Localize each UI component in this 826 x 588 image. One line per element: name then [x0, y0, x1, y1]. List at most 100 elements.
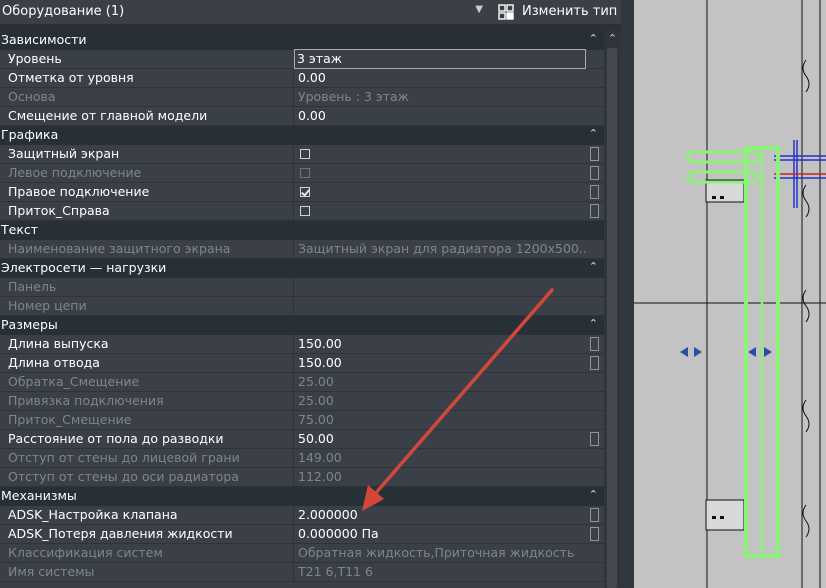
annotation-arrow	[362, 288, 554, 511]
column-divider	[293, 468, 294, 487]
associate-parameter-button[interactable]	[590, 356, 599, 370]
associate-parameter-button[interactable]	[590, 432, 599, 446]
property-name: Защитный экран	[8, 146, 120, 161]
property-name: Уровень	[8, 51, 62, 66]
property-name: Отметка от уровня	[8, 70, 134, 85]
associate-parameter-button[interactable]	[590, 166, 599, 180]
column-divider	[293, 354, 294, 373]
column-divider	[293, 525, 294, 544]
property-row-screen[interactable]: Защитный экран	[0, 145, 604, 164]
screen-checkbox[interactable]	[300, 149, 310, 159]
column-divider	[293, 430, 294, 449]
column-divider	[293, 202, 294, 221]
flip-control-icon	[680, 347, 688, 357]
column-divider	[293, 544, 294, 563]
property-value[interactable]: 0.00	[298, 108, 326, 123]
column-divider	[293, 563, 294, 582]
group-header-graphics[interactable]: Графика ⌃	[0, 126, 604, 145]
drawing-viewport[interactable]	[634, 0, 826, 588]
column-divider	[293, 449, 294, 468]
property-row-offset-from-host[interactable]: Смещение от главной модели 0.00	[0, 107, 604, 126]
wall-break	[802, 184, 810, 218]
column-divider	[293, 411, 294, 430]
column-divider	[293, 164, 294, 183]
level-input[interactable]: 3 этаж	[294, 49, 586, 69]
property-value: 75.00	[298, 412, 334, 427]
group-header-electrical-loads[interactable]: Электросети — нагрузки ⌃	[0, 259, 604, 278]
property-value: Защитный экран для радиатора 1200x500...	[298, 241, 588, 256]
property-value: Уровень : 3 этаж	[298, 89, 409, 104]
property-value: 149.00	[298, 450, 342, 465]
property-name: Имя системы	[8, 564, 95, 579]
edit-type-label: Изменить тип	[522, 4, 618, 19]
property-row-supply-right[interactable]: Приток_Справа	[0, 202, 604, 221]
property-name: Классификация систем	[8, 545, 163, 560]
property-row-system-classification: Классификация систем Обратная жидкость,П…	[0, 544, 604, 563]
double-chevron-up-icon[interactable]: ⌃	[589, 32, 598, 45]
property-row-offset-from-level[interactable]: Отметка от уровня 0.00	[0, 69, 604, 88]
property-row-host: Основа Уровень : 3 этаж	[0, 88, 604, 107]
property-name: Наименование защитного экрана	[8, 241, 231, 256]
column-divider	[293, 392, 294, 411]
group-label: Графика	[1, 127, 59, 142]
double-chevron-up-icon[interactable]: ⌃	[589, 488, 598, 501]
associate-parameter-button[interactable]	[590, 147, 599, 161]
left-connection-checkbox	[300, 168, 310, 178]
double-chevron-up-icon[interactable]: ⌃	[589, 317, 598, 330]
column-divider	[293, 373, 294, 392]
property-value: 25.00	[298, 374, 334, 389]
property-value[interactable]: 150.00	[298, 355, 342, 370]
scrollbar-thumb[interactable]	[607, 48, 617, 588]
column-divider	[293, 107, 294, 126]
property-name: Обратка_Смещение	[8, 374, 140, 389]
right-connection-checkbox[interactable]	[300, 187, 310, 197]
property-value[interactable]: 0.00	[298, 70, 326, 85]
wall-break	[802, 59, 810, 93]
associate-parameter-button[interactable]	[590, 185, 599, 199]
group-header-text[interactable]: Текст	[0, 221, 604, 240]
property-row-pressure-loss[interactable]: ADSK_Потеря давления жидкости 0.000000 П…	[0, 525, 604, 544]
bracket-symbol	[705, 499, 745, 531]
group-label: Размеры	[1, 317, 58, 332]
associate-parameter-button[interactable]	[590, 204, 599, 218]
group-label: Электросети — нагрузки	[1, 260, 167, 275]
double-chevron-up-icon[interactable]: ⌃	[589, 260, 598, 273]
wall-break	[802, 504, 810, 538]
property-name: Расстояние от пола до разводки	[8, 431, 224, 446]
column-divider	[293, 145, 294, 164]
property-name: Панель	[8, 279, 57, 294]
property-row-system-name: Имя системы T21 6,T11 6	[0, 563, 604, 582]
property-row-level[interactable]: Уровень 3 этаж	[0, 49, 604, 69]
panel-divider[interactable]	[621, 0, 634, 588]
property-name: ADSK_Настройка клапана	[8, 507, 178, 522]
property-value[interactable]: 0.000000 Па	[298, 526, 379, 541]
property-value[interactable]: 50.00	[298, 431, 334, 446]
column-divider	[293, 240, 294, 259]
edit-type-icon	[498, 4, 514, 20]
chevron-down-icon: ▼	[475, 4, 483, 15]
property-row-right-connection[interactable]: Правое подключение	[0, 183, 604, 202]
property-name: Приток_Смещение	[8, 412, 132, 427]
type-selector-dropdown[interactable]: Оборудование (1) ▼	[0, 0, 489, 24]
property-value[interactable]: 150.00	[298, 336, 342, 351]
property-name: Основа	[8, 89, 56, 104]
associate-parameter-button[interactable]	[590, 508, 599, 522]
supply-right-checkbox[interactable]	[300, 206, 310, 216]
property-name: Смещение от главной модели	[8, 108, 208, 123]
property-name: Правое подключение	[8, 184, 150, 199]
property-name: Длина отвода	[8, 355, 100, 370]
group-label: Зависимости	[1, 32, 87, 47]
scroll-up-icon[interactable]: ⌃	[604, 31, 621, 47]
associate-parameter-button[interactable]	[590, 337, 599, 351]
column-divider	[293, 278, 294, 297]
property-name: Привязка подключения	[8, 393, 164, 408]
floor-plan-drawing[interactable]	[634, 0, 826, 588]
property-name: Левое подключение	[8, 165, 142, 180]
edit-type-button[interactable]: Изменить тип	[494, 0, 621, 24]
double-chevron-up-icon[interactable]: ⌃	[589, 127, 598, 140]
group-header-constraints[interactable]: Зависимости ⌃	[0, 31, 604, 50]
associate-parameter-button[interactable]	[590, 527, 599, 541]
wall-break	[802, 289, 810, 323]
property-row-left-connection: Левое подключение	[0, 164, 604, 183]
property-value: 112.00	[298, 469, 342, 484]
